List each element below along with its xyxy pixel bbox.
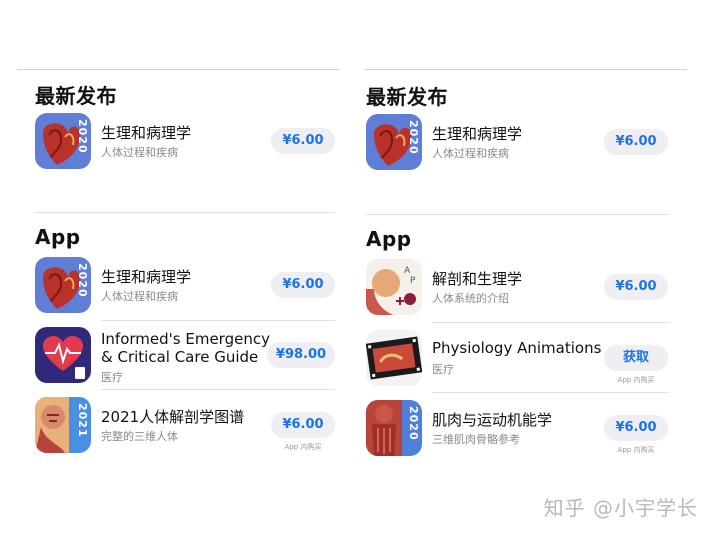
app-name: 生理和病理学: [101, 268, 192, 286]
muscle-anatomy-icon: 2020: [366, 400, 422, 456]
app-row[interactable]: 2020 生理和病理学 人体过程和疾病 ¥6.00: [35, 257, 335, 315]
top-divider: [17, 69, 339, 70]
price-button[interactable]: ¥6.00: [604, 415, 668, 441]
heart-anatomy-icon: 2020: [35, 257, 91, 313]
app-row[interactable]: Physiology Animations 医疗 获取 App 内购买: [366, 330, 670, 388]
svg-text:A: A: [404, 266, 411, 276]
top-divider: [365, 69, 687, 70]
app-row[interactable]: 2020 生理和病理学 人体过程和疾病 ¥6.00: [366, 114, 670, 172]
price-button[interactable]: ¥6.00: [604, 129, 668, 155]
app-name: 解剖和生理学: [432, 270, 523, 288]
app-subtitle: 完整的三维人体: [101, 430, 178, 443]
app-subtitle: 人体系统的介绍: [432, 292, 509, 305]
icon-year-label: 2020: [76, 263, 89, 298]
app-name: 生理和病理学: [432, 125, 523, 143]
anatomy-head-icon: 2021: [35, 397, 91, 453]
icon-year-label: 2020: [407, 406, 420, 441]
app-row[interactable]: 2021 2021人体解剖学图谱 完整的三维人体 ¥6.00 App 内购买: [35, 397, 335, 455]
row-separator: [101, 389, 335, 390]
ap-anatomy-icon: A P: [366, 259, 422, 315]
icon-year-label: 2020: [76, 119, 89, 154]
section-title-new-release: 最新发布: [35, 84, 117, 108]
price-button[interactable]: ¥6.00: [271, 128, 335, 154]
price-button[interactable]: ¥6.00: [604, 274, 668, 300]
price-button[interactable]: ¥98.00: [267, 342, 335, 368]
price-button[interactable]: ¥6.00: [271, 272, 335, 298]
in-app-purchase-note: App 内购买: [284, 443, 322, 451]
heart-anatomy-icon: 2020: [366, 114, 422, 170]
watermark: 知乎 @小宇学长: [543, 496, 698, 520]
row-separator: [432, 392, 670, 393]
app-name: 肌肉与运动机能学: [432, 411, 553, 429]
heart-anatomy-icon: 2020: [35, 113, 91, 169]
row-separator: [101, 320, 335, 321]
ekg-heart-icon: [35, 327, 91, 383]
app-name-line2: & Critical Care Guide: [101, 348, 259, 366]
left-store-panel: 最新发布 2020 生理和病理学 人体过程和疾病 ¥6.00 App 2020: [0, 0, 360, 539]
app-row[interactable]: 2020 生理和病理学 人体过程和疾病 ¥6.00: [35, 113, 335, 171]
price-button[interactable]: ¥6.00: [271, 412, 335, 438]
section-title-new-release: 最新发布: [366, 85, 448, 109]
row-separator: [432, 322, 670, 323]
in-app-purchase-note: App 内购买: [617, 376, 655, 384]
app-subtitle: 三维肌肉骨骼参考: [432, 433, 520, 446]
app-subtitle: 人体过程和疾病: [101, 290, 178, 303]
app-name: 生理和病理学: [101, 124, 192, 142]
app-row[interactable]: 2020 肌肉与运动机能学 三维肌肉骨骼参考 ¥6.00 App 内购买: [366, 400, 670, 458]
section-title-app: App: [35, 225, 81, 249]
app-row[interactable]: A P 解剖和生理学 人体系统的介绍 ¥6.00: [366, 259, 670, 317]
app-name-line1: Informed's Emergency: [101, 330, 270, 348]
svg-text:P: P: [410, 276, 416, 286]
app-row[interactable]: Informed's Emergency & Critical Care Gui…: [35, 327, 335, 385]
app-subtitle: 医疗: [101, 371, 123, 384]
app-name: 2021人体解剖学图谱: [101, 408, 245, 426]
icon-year-label: 2021: [76, 403, 89, 438]
get-button[interactable]: 获取: [604, 345, 668, 371]
film-strip-icon: [366, 330, 422, 386]
app-subtitle: 人体过程和疾病: [432, 147, 509, 160]
in-app-purchase-note: App 内购买: [617, 446, 655, 454]
app-subtitle: 人体过程和疾病: [101, 146, 178, 159]
right-store-panel: 最新发布 2020 生理和病理学 人体过程和疾病 ¥6.00 App A P 解…: [360, 0, 720, 539]
section-separator: [366, 214, 670, 215]
icon-year-label: 2020: [407, 120, 420, 155]
section-title-app: App: [366, 227, 412, 251]
app-subtitle: 医疗: [432, 363, 454, 376]
section-separator: [35, 212, 335, 213]
app-name: Physiology Animations: [432, 339, 602, 357]
